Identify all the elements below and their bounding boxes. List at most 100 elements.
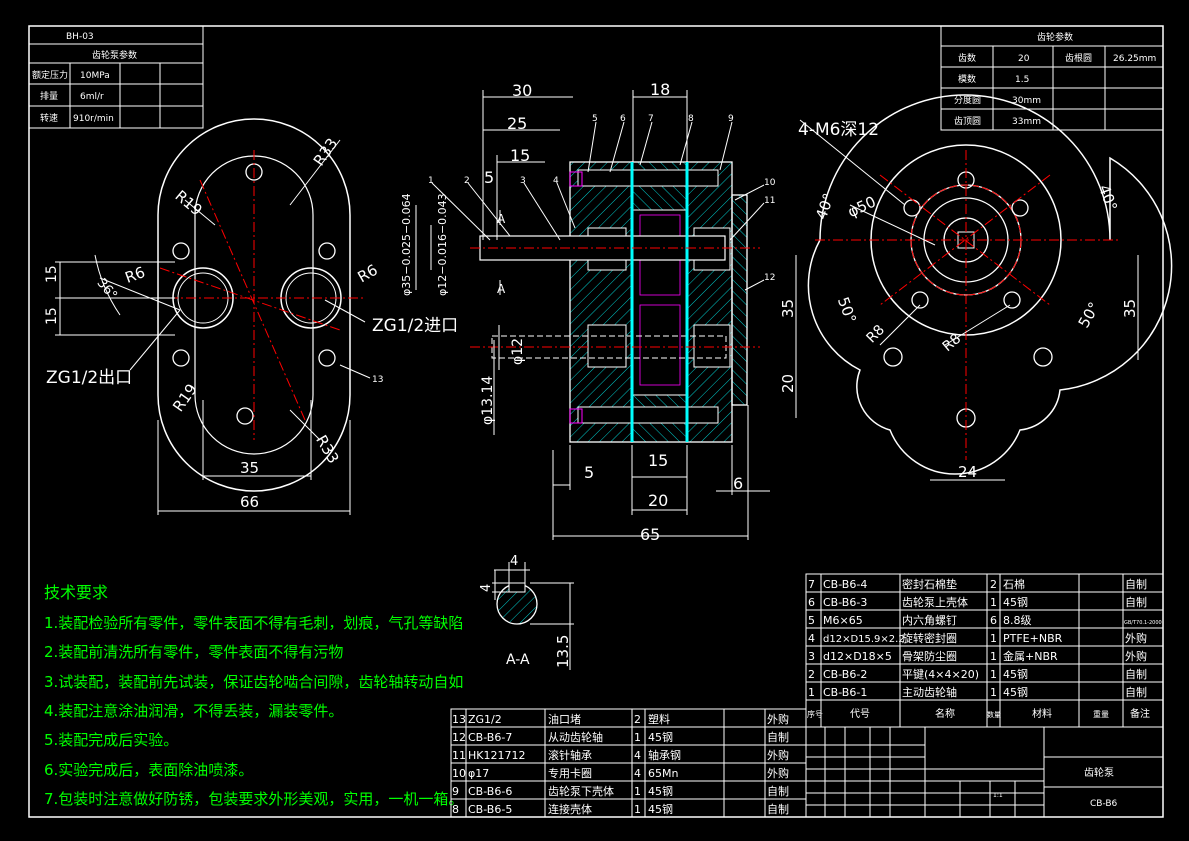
bom-cell: 5 — [808, 614, 815, 627]
dim-66: 66 — [240, 493, 259, 511]
bom-cell: 外购 — [1125, 649, 1147, 663]
bom-cell: CB-B6-5 — [468, 803, 512, 816]
bom-cell: 连接壳体 — [548, 802, 592, 816]
bom-cell: 12 — [452, 731, 466, 744]
bom-cell: 主动齿轮轴 — [902, 685, 957, 699]
dim-20: 20 — [779, 374, 797, 393]
gear-label: 齿根圆 — [1065, 52, 1092, 64]
bom-cell: 45钢 — [648, 803, 673, 816]
gear-label: 模数 — [958, 73, 976, 85]
dim-35-left: 35 — [779, 299, 797, 318]
bom-cell: 6 — [808, 596, 815, 609]
bom-cell: 轴承钢 — [648, 748, 681, 762]
bom-cell: 齿轮泵上壳体 — [902, 595, 968, 609]
bom-header-cell: 重量 — [1093, 709, 1109, 719]
gear-value: 1.5 — [1015, 75, 1029, 85]
bom-header-cell: 数量 — [987, 710, 1001, 719]
gear-title: 齿轮参数 — [1037, 31, 1073, 43]
bom-cell: 8.8级 — [1003, 614, 1032, 627]
bom-cell: 4 — [634, 749, 641, 762]
bom-cell: 7 — [808, 578, 815, 591]
bom-cell: 11 — [452, 749, 466, 762]
dim-25: 25 — [507, 114, 527, 133]
bom-cell: 外购 — [1125, 631, 1147, 645]
dim-35-right: 35 — [1121, 299, 1139, 318]
balloon: 12 — [764, 273, 775, 283]
bom-cell: 自制 — [1125, 686, 1147, 699]
dim-18: 18 — [650, 80, 670, 99]
bom-cell: 2 — [634, 713, 641, 726]
bom-header-cell: 代号 — [850, 708, 870, 720]
bom-header-cell: 序号 — [807, 709, 823, 719]
bom-cell: 1 — [990, 650, 997, 663]
bom-cell: CB-B6-3 — [823, 596, 867, 609]
bom-cell: 平键(4×4×20) — [902, 667, 979, 681]
balloon: 4 — [553, 176, 559, 186]
param-value: 10MPa — [80, 71, 110, 81]
dim-angle50-right: 50° — [1075, 299, 1104, 331]
section-mark-bottom: A — [497, 282, 506, 296]
dim-angle: 36° — [94, 276, 120, 303]
balloon: 6 — [620, 114, 626, 124]
bom-cell: 6 — [990, 614, 997, 627]
bom-cell: 外购 — [767, 712, 789, 726]
aa-dim-4-side: 4 — [479, 584, 494, 592]
dim-phi12a: φ12−0.016−0.043 — [436, 193, 449, 296]
bom-cell: 自制 — [1125, 578, 1147, 591]
dim-30: 30 — [512, 81, 532, 100]
dim-24: 24 — [958, 463, 977, 481]
bom-header-cell: 备注 — [1130, 707, 1150, 720]
gear-label: 齿数 — [958, 52, 976, 64]
dim-35: 35 — [240, 459, 259, 477]
bom-cell: 1 — [990, 596, 997, 609]
gear-value: 33mm — [1012, 117, 1041, 127]
bom-cell: 8 — [452, 803, 459, 816]
bom-cell: 外购 — [767, 766, 789, 780]
bom-lower-grid — [450, 708, 807, 818]
bom-cell: 45钢 — [648, 731, 673, 744]
dim-15-top: 15 — [44, 265, 60, 283]
bom-cell: 密封石棉垫 — [902, 577, 957, 591]
dim-phi1314: φ13.14 — [480, 376, 496, 425]
title-name: 齿轮泵 — [1084, 766, 1114, 779]
aa-dim-13-5: 13.5 — [554, 635, 572, 668]
bom-cell: 3 — [808, 650, 815, 663]
section-mark-top: A — [497, 212, 506, 226]
requirement-item: 4.装配注意涂油润滑，不得丢装，漏装零件。 — [44, 702, 343, 720]
dim-5: 5 — [484, 168, 494, 187]
requirements-title: 技术要求 — [44, 583, 108, 602]
thread-callout: 4-M6深12 — [798, 120, 879, 140]
requirement-item: 2.装配前清洗所有零件，零件表面不得有污物 — [44, 643, 343, 661]
bom-cell: CB-B6-2 — [823, 668, 867, 681]
dim-b6: 6 — [733, 474, 743, 493]
balloon: 5 — [592, 114, 598, 124]
requirement-item: 3.试装配，装配前先试装，保证齿轮啮合间隙，齿轮轴转动自如 — [44, 673, 463, 691]
dim-angle40-left: 40° — [812, 191, 838, 222]
bom-cell: 45钢 — [1003, 686, 1028, 699]
bom-cell: 1 — [808, 686, 815, 699]
bom-cell: 齿轮泵下壳体 — [548, 784, 614, 798]
bom-cell: CB-B6-6 — [468, 785, 512, 798]
bom-cell: 自制 — [767, 731, 789, 744]
bom-cell: PTFE+NBR — [1003, 632, 1063, 645]
bom-cell: 4 — [634, 767, 641, 780]
bom-cell: 10 — [452, 767, 466, 780]
balloon-13: 13 — [372, 375, 383, 385]
bom-cell: 1 — [634, 785, 641, 798]
dim-r6-left: R6 — [123, 263, 148, 287]
dim-r19-top: R19 — [172, 187, 206, 220]
dim-15: 15 — [510, 146, 530, 165]
balloon: 9 — [728, 114, 734, 124]
gear-value: 20 — [1018, 54, 1030, 64]
param-label: 额定压力 — [32, 69, 68, 81]
bom-cell: 油口堵 — [548, 712, 581, 726]
bom-cell: 1 — [634, 803, 641, 816]
balloon: 8 — [688, 114, 694, 124]
bom-cell: 专用卡圈 — [548, 766, 592, 780]
bom-cell: φ17 — [468, 767, 489, 780]
requirement-item: 6.实验完成后，表面除油喷漆。 — [44, 761, 253, 779]
dim-angle50-left: 50° — [834, 295, 860, 326]
bom-cell: 自制 — [767, 785, 789, 798]
bom-cell: M6×65 — [823, 614, 863, 627]
bom-cell: 9 — [452, 785, 459, 798]
